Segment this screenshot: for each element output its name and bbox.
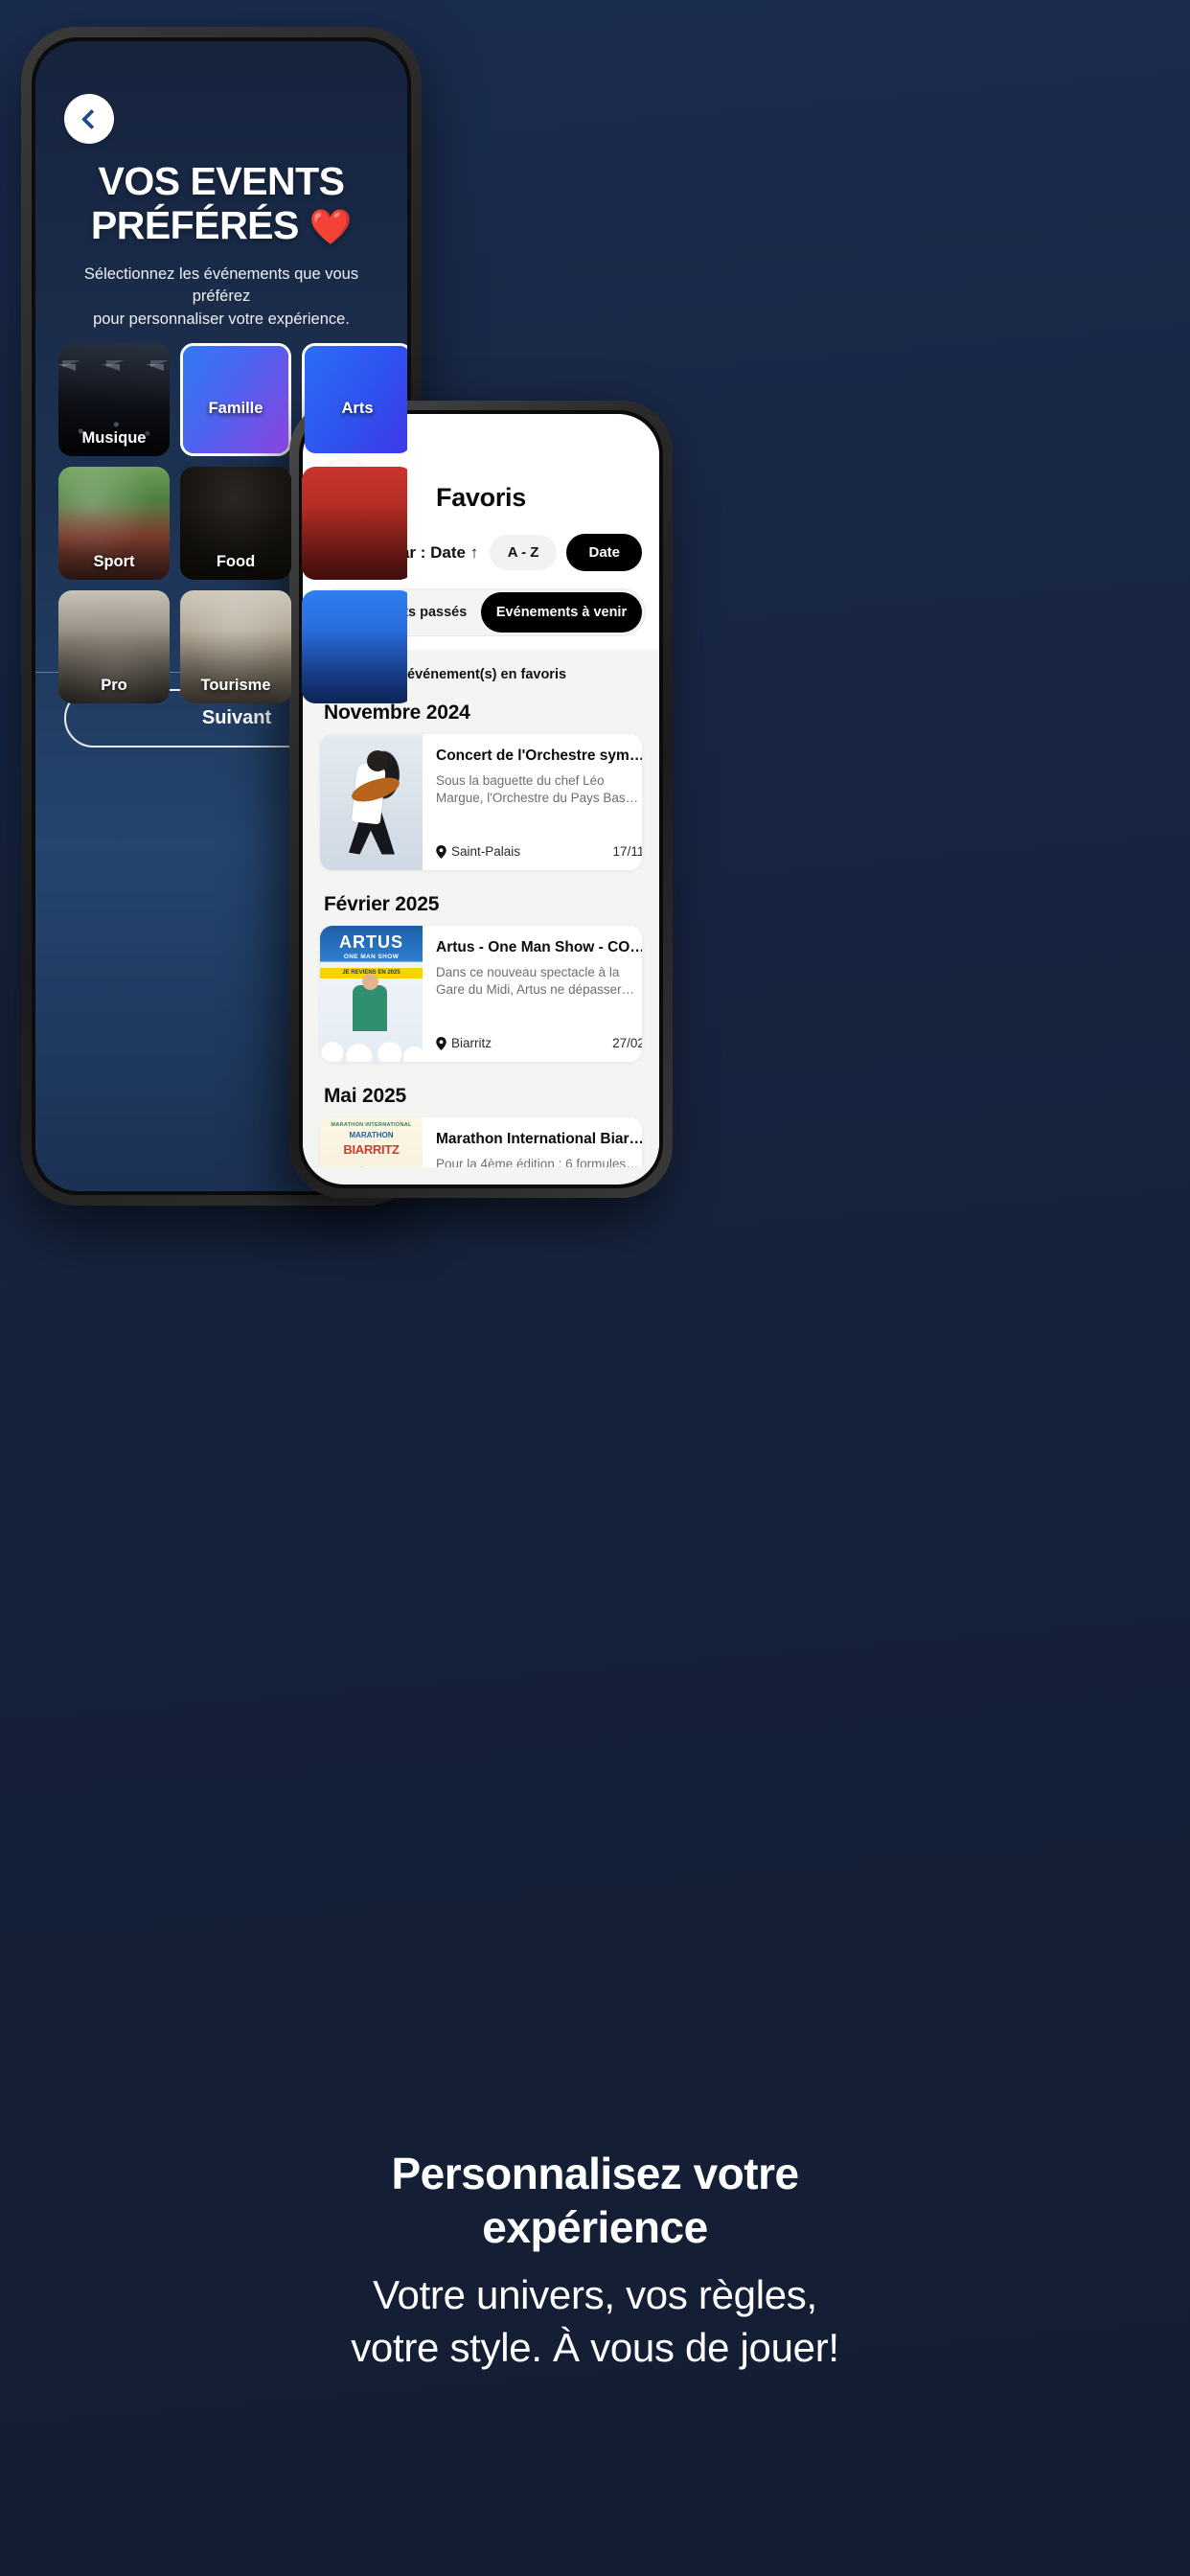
poster-shape bbox=[367, 750, 389, 772]
event-place-label: Biarritz bbox=[451, 1036, 492, 1050]
category-label: Musique bbox=[81, 429, 147, 447]
event-image-orchestre bbox=[320, 734, 423, 870]
event-place: Saint-Palais bbox=[436, 844, 520, 859]
category-label: Pro bbox=[101, 677, 127, 694]
event-description: Dans ce nouveau spectacle à la Gare du M… bbox=[436, 965, 635, 998]
heart-icon: ❤️ bbox=[309, 207, 353, 247]
event-meta: Biarritz 27/02 bbox=[436, 1036, 642, 1050]
poster-shape bbox=[324, 1162, 419, 1167]
page-title-line1: VOS EVENTS bbox=[98, 159, 345, 203]
month-heading: Mai 2025 bbox=[324, 1085, 406, 1107]
page-subtitle: Sélectionnez les événements que vous pré… bbox=[35, 264, 407, 331]
poster-shape bbox=[353, 985, 387, 1031]
sort-pill-az[interactable]: A - Z bbox=[489, 535, 558, 570]
back-button[interactable] bbox=[64, 94, 114, 144]
category-tile-musique[interactable]: Musique bbox=[58, 343, 170, 456]
page-subtitle-line2: pour personnaliser votre expérience. bbox=[93, 310, 350, 328]
category-tile-tourisme[interactable]: Tourisme bbox=[180, 590, 291, 703]
event-meta: Saint-Palais 17/11 bbox=[436, 844, 642, 859]
event-description: Sous la baguette du chef Léo Margue, l'O… bbox=[436, 773, 639, 806]
event-date: 17/11 bbox=[612, 844, 642, 859]
category-tile-food[interactable]: Food bbox=[180, 467, 291, 580]
category-tile-hidden-1[interactable] bbox=[302, 467, 407, 580]
page-title: VOS EVENTS PRÉFÉRÉS ❤️ bbox=[35, 159, 407, 248]
tab-evenements-a-venir[interactable]: Evénements à venir bbox=[481, 592, 642, 632]
category-tile-arts[interactable]: Arts bbox=[302, 343, 407, 456]
page-title-line2: PRÉFÉRÉS ❤️ bbox=[90, 203, 353, 248]
event-title: Artus - One Man Show - CO… bbox=[436, 939, 642, 955]
event-date: 27/02 bbox=[612, 1036, 642, 1050]
page-subtitle-line1: Sélectionnez les événements que vous pré… bbox=[83, 265, 359, 306]
category-label: Sport bbox=[93, 553, 135, 570]
location-pin-icon bbox=[436, 844, 446, 859]
location-pin-icon bbox=[436, 1036, 446, 1050]
caption-heading-line1: Personnalisez votre bbox=[391, 2149, 799, 2198]
event-card[interactable]: MARATHON INTERNATIONAL MARATHON BIARRITZ… bbox=[320, 1117, 642, 1167]
event-image-marathon: MARATHON INTERNATIONAL MARATHON BIARRITZ bbox=[320, 1117, 423, 1167]
event-title: Concert de l'Orchestre sym… bbox=[436, 748, 642, 764]
favoris-list[interactable]: 4 événement(s) en favoris Novembre 2024 … bbox=[303, 650, 659, 1167]
category-grid: Musique Famille Arts Sport Food Pro Tour… bbox=[58, 343, 407, 703]
poster-shape bbox=[362, 974, 378, 990]
poster-shape bbox=[320, 1033, 423, 1062]
category-tile-famille[interactable]: Famille bbox=[180, 343, 291, 456]
event-card-body: Marathon International Biar… Pour la 4èm… bbox=[423, 1117, 642, 1167]
caption-subheading: Votre univers, vos règles, votre style. … bbox=[57, 2269, 1133, 2374]
caption-sub-line2: votre style. À vous de jouer! bbox=[351, 2324, 839, 2370]
category-label: Food bbox=[216, 553, 256, 570]
month-heading: Février 2025 bbox=[324, 893, 440, 915]
poster-subtitle: ONE MAN SHOW bbox=[343, 954, 400, 960]
event-title: Marathon International Biar… bbox=[436, 1131, 642, 1147]
event-place-label: Saint-Palais bbox=[451, 844, 521, 859]
event-place: Biarritz bbox=[436, 1036, 492, 1050]
chevron-left-icon bbox=[80, 108, 103, 129]
poster-title: ARTUS bbox=[339, 932, 403, 952]
caption-heading: Personnalisez votre expérience bbox=[57, 2147, 1133, 2254]
sort-pill-date[interactable]: Date bbox=[566, 534, 642, 571]
event-card[interactable]: ARTUS ONE MAN SHOW JE REVIENS EN 2025 Ar… bbox=[320, 926, 642, 1062]
marketing-caption: Personnalisez votre expérience Votre uni… bbox=[0, 2147, 1190, 2374]
category-label: Famille bbox=[208, 400, 263, 417]
poster-city-text: BIARRITZ bbox=[343, 1142, 400, 1157]
category-tile-hidden-2[interactable] bbox=[302, 590, 407, 703]
event-card[interactable]: Concert de l'Orchestre sym… Sous la bagu… bbox=[320, 734, 642, 870]
caption-sub-line1: Votre univers, vos règles, bbox=[373, 2272, 817, 2318]
category-label: Tourisme bbox=[200, 677, 271, 694]
poster-mt-text: MARATHON bbox=[349, 1131, 394, 1139]
tile-overlay bbox=[302, 590, 407, 703]
poster-top-text: MARATHON INTERNATIONAL bbox=[331, 1122, 412, 1128]
event-card-body: Artus - One Man Show - CO… Dans ce nouve… bbox=[423, 926, 642, 1062]
caption-heading-line2: expérience bbox=[482, 2202, 708, 2253]
event-image-artus: ARTUS ONE MAN SHOW JE REVIENS EN 2025 bbox=[320, 926, 423, 1062]
tile-overlay bbox=[302, 467, 407, 580]
category-tile-sport[interactable]: Sport bbox=[58, 467, 170, 580]
event-card-body: Concert de l'Orchestre sym… Sous la bagu… bbox=[423, 734, 642, 870]
event-description: Pour la 4ème édition : 6 formules… bbox=[436, 1157, 639, 1167]
category-tile-pro[interactable]: Pro bbox=[58, 590, 170, 703]
category-label: Arts bbox=[341, 400, 374, 417]
